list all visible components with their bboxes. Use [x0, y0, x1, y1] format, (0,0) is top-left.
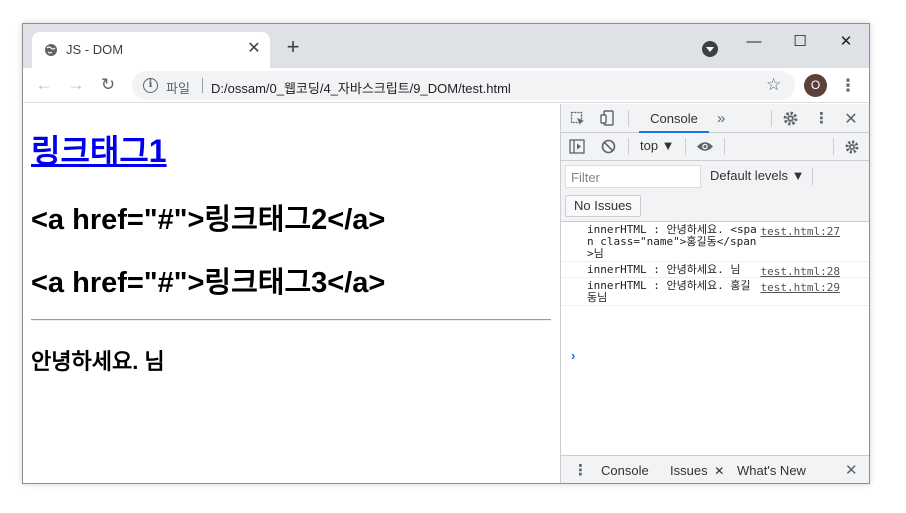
globe-icon [45, 44, 57, 56]
drawer-tab-whats-new[interactable]: What's New [737, 456, 806, 483]
heading-link-tag-3: <a href="#">링크태그3</a> [31, 267, 386, 299]
scheme-label: 파일 [166, 81, 190, 96]
drawer-tab-issues-label: Issues [670, 463, 708, 478]
tab-search-icon[interactable] [702, 41, 718, 57]
console-message-text: innerHTML : 안녕하세요. <span class="name">홍길… [587, 223, 757, 260]
browser-tab[interactable]: JS - DOM ✕ [32, 32, 270, 68]
issues-row: No Issues [561, 192, 869, 222]
source-link[interactable]: test.html:29 [761, 282, 840, 294]
no-issues-button[interactable]: No Issues [565, 195, 641, 217]
browser-window: JS - DOM ✕ + — ☐ ✕ ← → ↻ i 파일 D:/ossam/0… [22, 23, 870, 484]
link-tag-1[interactable]: 링크태그1 [31, 126, 167, 172]
bookmark-star-icon[interactable]: ☆ [766, 75, 781, 95]
log-levels-dropdown[interactable]: Default levels ▼ [710, 168, 805, 183]
console-message: innerHTML : 안녕하세요. <span class="name">홍길… [561, 222, 869, 262]
devtools-drawer: ⋮ Console Issues ✕ What's New ✕ [561, 455, 869, 483]
settings-gear-icon[interactable] [782, 110, 799, 127]
page-content: 링크태그1 <a href="#">링크태그2</a> <a href="#">… [23, 104, 560, 483]
devtools-panel: Console » ⋮ ✕ top ▼ Filter Default level… [560, 104, 869, 483]
source-link[interactable]: test.html:28 [761, 266, 840, 278]
omnibox-divider [202, 78, 203, 93]
inspect-element-icon[interactable] [570, 111, 586, 127]
close-issues-tab-icon[interactable]: ✕ [714, 464, 724, 478]
live-expression-eye-icon[interactable] [696, 140, 714, 153]
console-message-text: innerHTML : 안녕하세요. 홍길동님 [587, 279, 751, 304]
toolbar-divider [724, 138, 725, 155]
device-toolbar-icon[interactable] [600, 110, 616, 127]
info-icon[interactable]: i [143, 78, 158, 93]
show-sidebar-icon[interactable] [569, 139, 585, 154]
reload-button[interactable]: ↻ [95, 72, 121, 98]
toolbar-divider [833, 138, 834, 155]
close-drawer-icon[interactable]: ✕ [845, 456, 858, 483]
toolbar-divider [771, 110, 772, 127]
console-settings-gear-icon[interactable] [844, 139, 860, 155]
minimize-button[interactable]: — [731, 28, 777, 56]
console-message: innerHTML : 안녕하세요. 님 test.html:28 [561, 262, 869, 278]
new-tab-button[interactable]: + [281, 36, 305, 60]
toolbar-divider [628, 110, 629, 127]
maximize-button[interactable]: ☐ [777, 28, 823, 56]
title-bar: JS - DOM ✕ + — ☐ ✕ [23, 24, 869, 68]
url-text[interactable]: D:/ossam/0_웹코딩/4_자바스크립트/9_DOM/test.html [211, 78, 511, 97]
drawer-menu-icon[interactable]: ⋮ [573, 456, 588, 483]
console-messages: innerHTML : 안녕하세요. <span class="name">홍길… [561, 222, 869, 454]
browser-toolbar: ← → ↻ i 파일 D:/ossam/0_웹코딩/4_자바스크립트/9_DOM… [23, 68, 869, 103]
filter-row: Filter Default levels ▼ [561, 161, 869, 192]
console-message-text: innerHTML : 안녕하세요. 님 [587, 263, 741, 276]
drawer-tab-issues[interactable]: Issues ✕ [660, 456, 727, 483]
console-prompt[interactable]: › [571, 348, 575, 363]
close-window-button[interactable]: ✕ [823, 28, 869, 56]
toolbar-divider [685, 138, 686, 155]
greeting-text: 안녕하세요. 님 [31, 349, 165, 374]
toolbar-divider [628, 138, 629, 155]
back-button[interactable]: ← [31, 72, 57, 98]
tab-title: JS - DOM [66, 42, 124, 57]
heading-link-tag-2: <a href="#">링크태그2</a> [31, 204, 386, 236]
devtools-tab-bar: Console » ⋮ ✕ [561, 104, 869, 133]
address-bar[interactable]: i 파일 D:/ossam/0_웹코딩/4_자바스크립트/9_DOM/test.… [132, 71, 795, 100]
toolbar-divider [812, 168, 813, 185]
profile-avatar[interactable]: O [804, 74, 827, 97]
tab-close-icon[interactable]: ✕ [244, 39, 264, 59]
context-selector[interactable]: top ▼ [640, 138, 675, 153]
horizontal-rule [31, 319, 551, 321]
tab-console[interactable]: Console [639, 104, 709, 133]
devtools-menu-icon[interactable]: ⋮ [814, 109, 829, 127]
browser-menu-icon[interactable]: ⋮ [839, 73, 857, 98]
close-devtools-icon[interactable]: ✕ [843, 109, 859, 129]
forward-button[interactable]: → [63, 72, 89, 98]
console-toolbar: top ▼ [561, 133, 869, 161]
filter-input[interactable]: Filter [565, 165, 701, 188]
source-link[interactable]: test.html:27 [761, 226, 840, 238]
drawer-tab-console[interactable]: Console [601, 456, 649, 483]
console-message: innerHTML : 안녕하세요. 홍길동님 test.html:29 [561, 278, 869, 306]
more-tabs-icon[interactable]: » [717, 104, 725, 133]
clear-console-icon[interactable] [601, 139, 616, 154]
